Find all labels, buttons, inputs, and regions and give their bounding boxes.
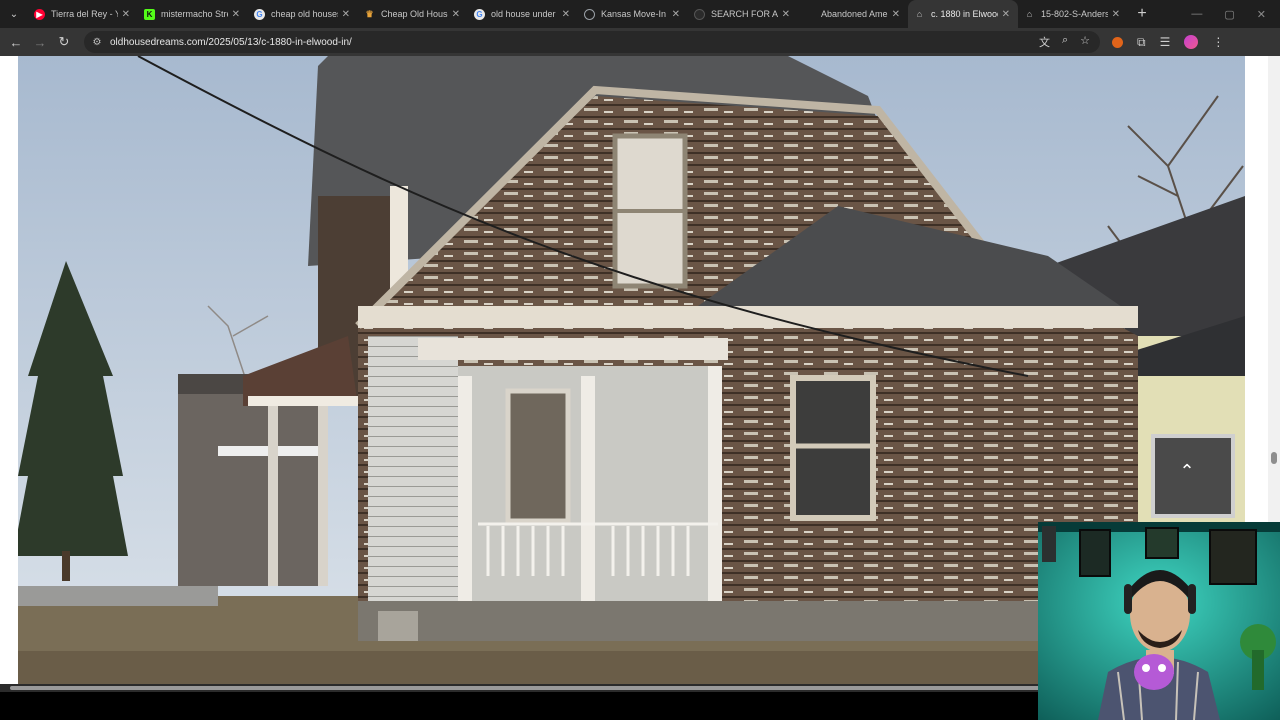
tab-strip: ⌄ ▶ Tierra del Rey - Yo ✕ K mistermacho … [0,0,1280,28]
close-icon[interactable]: ✕ [782,9,790,20]
tab-title: 15-802-S-Anders [1041,9,1108,19]
house-icon: ⌂ [1026,9,1033,19]
youtube-icon: ▶ [34,8,45,20]
tab-elwood-active[interactable]: ⌂ c. 1880 in Elwood ✕ [908,0,1018,28]
extensions-puzzle-icon[interactable]: ⧉ [1137,35,1146,50]
tab-kick[interactable]: K mistermacho Stre ✕ [138,0,248,28]
close-icon[interactable]: ✕ [1112,9,1120,20]
tab-title: mistermacho Stre [161,9,228,19]
forward-arrow-icon[interactable]: → [28,35,52,50]
google-icon: G [254,8,265,20]
window-controls: — ▢ ✕ [1191,8,1280,21]
address-bar[interactable]: ⚙ oldhousedreams.com/2025/05/13/c-1880-i… [84,31,1100,53]
reload-icon[interactable]: ↻ [52,34,76,50]
maximize-icon[interactable]: ▢ [1224,8,1234,21]
translate-icon[interactable]: 文 [1039,34,1050,50]
zoom-icon[interactable]: ⌕ [1062,34,1068,50]
tab-title: Cheap Old House [381,9,448,19]
tab-anderson[interactable]: ⌂ 15-802-S-Anders ✕ [1018,0,1128,28]
kick-icon: K [144,8,155,20]
profile-avatar[interactable] [1184,35,1199,49]
url-text[interactable]: oldhousedreams.com/2025/05/13/c-1880-in-… [110,37,352,48]
back-arrow-icon[interactable]: ← [4,35,28,50]
tab-abandoned[interactable]: Abandoned Ame ✕ [798,0,908,28]
extension-icon[interactable] [1112,36,1123,48]
close-icon[interactable]: ✕ [892,9,900,20]
window-close-icon[interactable]: ✕ [1257,8,1266,21]
minimize-icon[interactable]: — [1191,8,1202,21]
close-icon[interactable]: ✕ [1002,9,1010,20]
close-icon[interactable]: ✕ [672,9,680,20]
google-icon: G [474,8,485,20]
tab-title: cheap old houses [271,9,338,19]
tab-cheap-old-house[interactable]: ♛ Cheap Old House ✕ [358,0,468,28]
crown-icon: ♛ [365,8,374,19]
site-info-icon[interactable]: ⚙ [84,37,110,48]
globe-icon [584,8,595,20]
tab-title: SEARCH FOR AN [711,9,778,19]
menu-kebab-icon[interactable]: ⋮ [1212,35,1224,49]
tab-google-search-2[interactable]: G old house under ✕ [468,0,578,28]
site-icon [804,9,815,20]
tab-youtube[interactable]: ▶ Tierra del Rey - Yo ✕ [28,0,138,28]
new-tab-plus-icon[interactable]: + [1128,5,1156,23]
reading-list-icon[interactable]: ☰ [1160,35,1171,49]
close-icon[interactable]: ✕ [342,9,350,20]
tab-kansas[interactable]: Kansas Move-In R ✕ [578,0,688,28]
close-icon[interactable]: ✕ [232,9,240,20]
tab-search-dropdown-icon[interactable]: ⌄ [0,0,28,28]
close-icon[interactable]: ✕ [562,9,570,20]
close-icon[interactable]: ✕ [122,9,130,20]
circle-icon [694,8,705,20]
webcam-overlay [1038,522,1280,720]
bookmark-star-icon[interactable]: ☆ [1080,34,1090,50]
close-icon[interactable]: ✕ [452,9,460,20]
tab-title: Abandoned Ame [821,9,888,19]
house-icon: ⌂ [916,9,923,19]
tab-title: old house under [491,9,556,19]
tab-title: c. 1880 in Elwood [931,9,998,19]
vertical-scroll-thumb[interactable] [1271,452,1277,464]
tab-title: Tierra del Rey - Yo [51,9,118,19]
browser-toolbar: ← → ↻ ⚙ oldhousedreams.com/2025/05/13/c-… [0,28,1280,56]
tab-google-search[interactable]: G cheap old houses ✕ [248,0,358,28]
tab-title: Kansas Move-In R [601,9,668,19]
scroll-to-top-chevron-icon[interactable]: ⌃ [1172,460,1202,482]
tab-search-for[interactable]: SEARCH FOR AN ✕ [688,0,798,28]
